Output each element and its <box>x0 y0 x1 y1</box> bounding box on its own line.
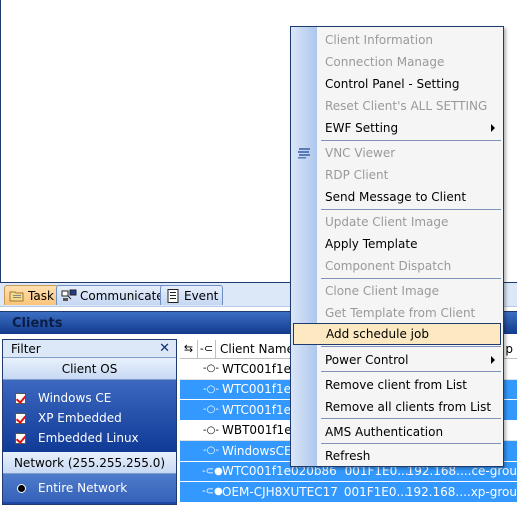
tab-event[interactable]: Event <box>160 285 224 305</box>
table-row[interactable]: -⊂● OEM-CJH8XUTEC17 001F1E0... 192.168.... x… <box>180 482 517 503</box>
menu-item-remove-client-from-list[interactable]: Remove client from List <box>291 374 503 396</box>
network-option-label: Entire Network <box>38 481 128 495</box>
submenu-arrow-icon <box>491 356 495 364</box>
menu-item-add-schedule-job[interactable]: Add schedule job <box>293 323 501 345</box>
document-icon <box>165 288 181 303</box>
connected-plug-icon: -⊂● <box>202 486 223 498</box>
menu-separator <box>321 346 501 347</box>
network-header-label: Network (255.255.255.0) <box>13 456 166 470</box>
menu-item-reset-client-s-all-setting[interactable]: Reset Client's ALL SETTING <box>291 95 503 117</box>
menu-item-label: RDP Client <box>325 168 389 182</box>
tab-task[interactable]: Task <box>4 285 59 305</box>
menu-item-control-panel-setting[interactable]: Control Panel - Setting <box>291 73 503 95</box>
checkbox-checked-icon[interactable] <box>15 412 26 424</box>
network-option-entire-network[interactable]: Entire Network <box>3 474 176 502</box>
cell-ip: 192.168.... <box>405 484 471 499</box>
menu-item-component-dispatch[interactable]: Component Dispatch <box>291 255 503 277</box>
client-os-header-label: Client OS <box>61 362 118 376</box>
menu-item-power-control[interactable]: Power Control <box>291 349 503 371</box>
menu-item-label: Control Panel - Setting <box>325 77 460 91</box>
column-header-client-name[interactable]: Client Name <box>216 342 294 356</box>
menu-item-label: Send Message to Client <box>325 190 467 204</box>
disconnected-plug-icon: -○- <box>203 363 219 375</box>
menu-item-apply-template[interactable]: Apply Template <box>291 233 503 255</box>
tab-communicate-label: Communicate <box>80 288 164 303</box>
menu-separator <box>321 278 501 279</box>
connected-plug-icon: -⊂● <box>202 465 223 477</box>
menu-item-vnc-viewer[interactable]: VNC Viewer <box>291 142 503 164</box>
disconnected-plug-icon: -○- <box>203 424 219 436</box>
menu-item-send-message-to-client[interactable]: Send Message to Client <box>291 186 503 208</box>
cell-group: xp-grou <box>470 484 517 499</box>
menu-item-label: Clone Client Image <box>325 284 439 298</box>
menu-item-rdp-client[interactable]: RDP Client <box>291 164 503 186</box>
menu-item-ewf-setting[interactable]: EWF Setting <box>291 117 503 139</box>
submenu-arrow-icon <box>491 124 495 132</box>
menu-item-label: Client Information <box>325 33 434 47</box>
disconnected-plug-icon: -○- <box>203 404 219 416</box>
cell-mac: 001F1E0... <box>343 484 408 499</box>
menu-item-refresh[interactable]: Refresh <box>291 445 503 467</box>
network-icon <box>61 289 77 303</box>
menu-item-remove-all-clients-from-list[interactable]: Remove all clients from List <box>291 396 503 418</box>
filter-panel: Filter ✕ Client OS Windows CE XP Embedde… <box>2 339 177 505</box>
menu-separator <box>321 371 501 372</box>
clients-panel-title: Clients <box>12 316 63 331</box>
menu-item-label: Connection Manage <box>325 55 445 69</box>
client-os-section-header[interactable]: Client OS <box>3 358 176 380</box>
menu-item-label: Apply Template <box>325 237 418 251</box>
radio-selected-icon[interactable] <box>17 483 26 493</box>
menu-item-label: Reset Client's ALL SETTING <box>325 99 488 113</box>
menu-item-connection-manage[interactable]: Connection Manage <box>291 51 503 73</box>
connection-column-icon[interactable]: -⊂ <box>198 339 216 358</box>
os-option-windows-ce[interactable]: Windows CE <box>15 388 176 408</box>
disconnected-plug-icon: -○- <box>203 383 219 395</box>
os-option-xp-embedded[interactable]: XP Embedded <box>15 408 176 428</box>
menu-separator <box>321 418 501 419</box>
menu-item-label: EWF Setting <box>325 121 399 135</box>
os-option-embedded-linux[interactable]: Embedded Linux <box>15 428 176 448</box>
filter-title-bar: Filter ✕ <box>3 340 176 358</box>
menu-item-label: Refresh <box>325 449 371 463</box>
os-option-label: XP Embedded <box>38 411 122 425</box>
cell-name: OEM-CJH8XUTEC17 <box>222 484 338 499</box>
checkbox-checked-icon[interactable] <box>15 392 26 404</box>
viewer-icon <box>297 147 311 159</box>
close-icon[interactable]: ✕ <box>159 341 170 356</box>
os-option-label: Windows CE <box>38 391 112 405</box>
menu-item-label: Power Control <box>325 353 409 367</box>
menu-item-label: Remove client from List <box>325 378 468 392</box>
folder-icon <box>9 289 25 303</box>
menu-item-label: Remove all clients from List <box>325 400 492 414</box>
menu-item-label: Component Dispatch <box>325 259 452 273</box>
tab-communicate[interactable]: Communicate <box>56 285 169 305</box>
menu-item-client-information[interactable]: Client Information <box>291 29 503 51</box>
menu-item-label: AMS Authentication <box>325 425 444 439</box>
menu-item-ams-authentication[interactable]: AMS Authentication <box>291 421 503 443</box>
os-option-label: Embedded Linux <box>38 431 139 445</box>
context-menu: Client Information Connection Manage Contr… <box>290 26 504 467</box>
menu-separator <box>321 140 501 141</box>
menu-item-clone-client-image[interactable]: Clone Client Image <box>291 280 503 302</box>
menu-item-label: Get Template from Client <box>325 306 476 320</box>
network-section-header[interactable]: Network (255.255.255.0) <box>3 452 176 474</box>
menu-item-get-template-from-client[interactable]: Get Template from Client <box>291 302 503 324</box>
checkbox-checked-icon[interactable] <box>15 432 26 444</box>
filter-title: Filter <box>11 342 41 356</box>
menu-separator <box>321 443 501 444</box>
menu-item-label: Update Client Image <box>325 215 449 229</box>
disconnected-plug-icon: -○- <box>203 445 219 457</box>
menu-item-update-client-image[interactable]: Update Client Image <box>291 211 503 233</box>
tab-task-label: Task <box>28 288 54 303</box>
os-checklist: Windows CE XP Embedded Embedded Linux <box>3 380 176 452</box>
menu-item-label: VNC Viewer <box>325 146 396 160</box>
menu-separator <box>321 209 501 210</box>
sync-column-icon[interactable]: ⇆ <box>180 339 198 358</box>
column-header-group[interactable]: p <box>505 342 517 356</box>
menu-item-label: Add schedule job <box>326 327 429 341</box>
tab-event-label: Event <box>184 288 219 303</box>
